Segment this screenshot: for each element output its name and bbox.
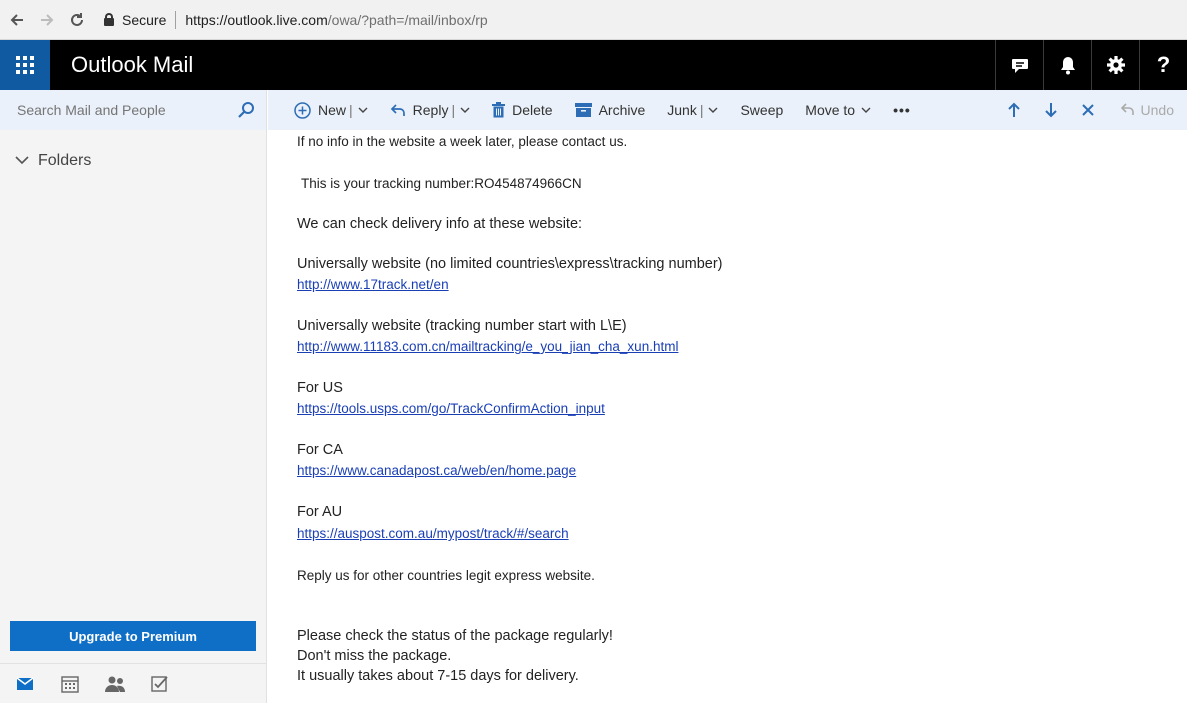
skype-chat-button[interactable]: [995, 40, 1043, 90]
trash-icon: [492, 102, 506, 118]
app-header: Outlook Mail ?: [0, 40, 1187, 90]
message-contact-line: If no info in the website a week later, …: [297, 134, 628, 149]
previous-message-button[interactable]: [996, 102, 1033, 118]
check-status-line: Please check the status of the package r…: [297, 628, 613, 644]
upgrade-premium-button[interactable]: Upgrade to Premium: [10, 621, 256, 651]
undo-icon: [1120, 102, 1135, 119]
next-message-button[interactable]: [1033, 102, 1070, 118]
forward-arrow-icon[interactable]: [34, 7, 60, 33]
reply-label: Reply: [412, 102, 449, 118]
url-field[interactable]: https://outlook.live.com/owa/?path=/mail…: [185, 12, 487, 28]
dont-miss-line: Don't miss the package.: [297, 648, 452, 664]
delete-label: Delete: [512, 102, 553, 118]
new-separator: |: [349, 102, 353, 118]
bell-icon: [1060, 57, 1075, 75]
chevron-down-icon[interactable]: [460, 107, 470, 114]
undo-label: Undo: [1140, 102, 1174, 118]
reply-separator: |: [451, 102, 456, 118]
header-actions: ?: [995, 40, 1187, 90]
more-options-button[interactable]: •••: [882, 90, 922, 130]
delivery-time-line: It usually takes about 7-15 days for del…: [297, 668, 579, 684]
reload-icon[interactable]: [64, 7, 90, 33]
arrow-down-icon: [1045, 103, 1057, 118]
new-button[interactable]: New |: [268, 90, 379, 130]
ellipsis-icon: •••: [893, 102, 911, 118]
app-title: Outlook Mail: [71, 52, 194, 77]
left-pane: Folders Upgrade to Premium: [0, 90, 267, 703]
us-label: For US: [297, 380, 343, 396]
secure-label: Secure: [122, 11, 167, 28]
archive-label: Archive: [598, 102, 646, 118]
search-box: [0, 90, 266, 130]
au-link[interactable]: https://auspost.com.au/mypost/track/#/se…: [297, 526, 569, 541]
ca-link[interactable]: https://www.canadapost.ca/web/en/home.pa…: [297, 463, 576, 478]
reply-button[interactable]: Reply |: [379, 90, 481, 130]
app-launcher-button[interactable]: [0, 40, 50, 90]
site2-link[interactable]: http://www.11183.com.cn/mailtracking/e_y…: [297, 339, 678, 354]
new-label: New: [318, 102, 347, 118]
tracking-number-line: This is your tracking number:RO454874966…: [301, 176, 582, 191]
settings-button[interactable]: [1091, 40, 1139, 90]
browser-address-bar: Secure https://outlook.live.com/owa/?pat…: [0, 0, 1187, 40]
module-switcher: [0, 663, 266, 703]
chevron-down-icon[interactable]: [358, 107, 368, 114]
us-link[interactable]: https://tools.usps.com/go/TrackConfirmAc…: [297, 401, 605, 416]
junk-label: Junk: [667, 102, 697, 118]
reply-other-line: Reply us for other countries legit expre…: [297, 568, 595, 583]
chevron-down-icon: [15, 152, 29, 170]
archive-icon: [574, 103, 592, 117]
plus-circle-icon: [294, 101, 311, 119]
help-button[interactable]: ?: [1139, 40, 1187, 90]
close-message-button[interactable]: [1070, 103, 1107, 117]
site2-label: Universally website (tracking number sta…: [297, 318, 627, 334]
chat-icon: [1011, 59, 1028, 73]
search-icon[interactable]: [226, 101, 266, 119]
command-bar: New | Reply | Delete Archive Junk | Swee…: [268, 90, 1187, 130]
sweep-button[interactable]: Sweep: [729, 90, 794, 130]
ca-label: For CA: [297, 442, 343, 458]
back-arrow-icon[interactable]: [4, 7, 30, 33]
search-input[interactable]: [17, 102, 226, 118]
close-icon: [1082, 104, 1094, 116]
waffle-icon: [16, 56, 34, 74]
people-icon[interactable]: [95, 675, 135, 693]
lock-icon: [104, 13, 114, 26]
archive-button[interactable]: Archive: [564, 90, 657, 130]
help-icon: ?: [1156, 52, 1171, 77]
junk-button[interactable]: Junk |: [656, 90, 729, 130]
reading-pane: If no info in the website a week later, …: [268, 130, 1187, 703]
url-separator: [175, 10, 177, 29]
gear-icon: [1106, 56, 1125, 74]
mail-icon[interactable]: [5, 676, 45, 691]
url-host: https://outlook.live.com: [185, 11, 328, 28]
chevron-down-icon: [861, 107, 871, 114]
sweep-label: Sweep: [740, 102, 784, 118]
site1-link[interactable]: http://www.17track.net/en: [297, 277, 449, 292]
undo-button[interactable]: Undo: [1107, 102, 1187, 119]
url-path: /owa/?path=/mail/inbox/rp: [327, 11, 488, 28]
chevron-down-icon[interactable]: [708, 107, 718, 114]
arrow-up-icon: [1008, 102, 1020, 117]
delete-button[interactable]: Delete: [481, 90, 563, 130]
notifications-button[interactable]: [1043, 40, 1091, 90]
tasks-icon[interactable]: [140, 675, 180, 693]
au-label: For AU: [297, 504, 343, 520]
check-info-line: We can check delivery info at these webs…: [297, 216, 583, 232]
junk-separator: |: [699, 102, 704, 118]
move-to-label: Move to: [805, 102, 856, 118]
folders-toggle[interactable]: Folders: [15, 152, 91, 170]
calendar-icon[interactable]: [50, 675, 90, 693]
command-bar-right: Undo: [996, 90, 1187, 130]
folders-label: Folders: [38, 152, 92, 169]
move-to-button[interactable]: Move to: [794, 90, 882, 130]
reply-icon: [390, 103, 406, 117]
site1-label: Universally website (no limited countrie…: [297, 256, 723, 272]
